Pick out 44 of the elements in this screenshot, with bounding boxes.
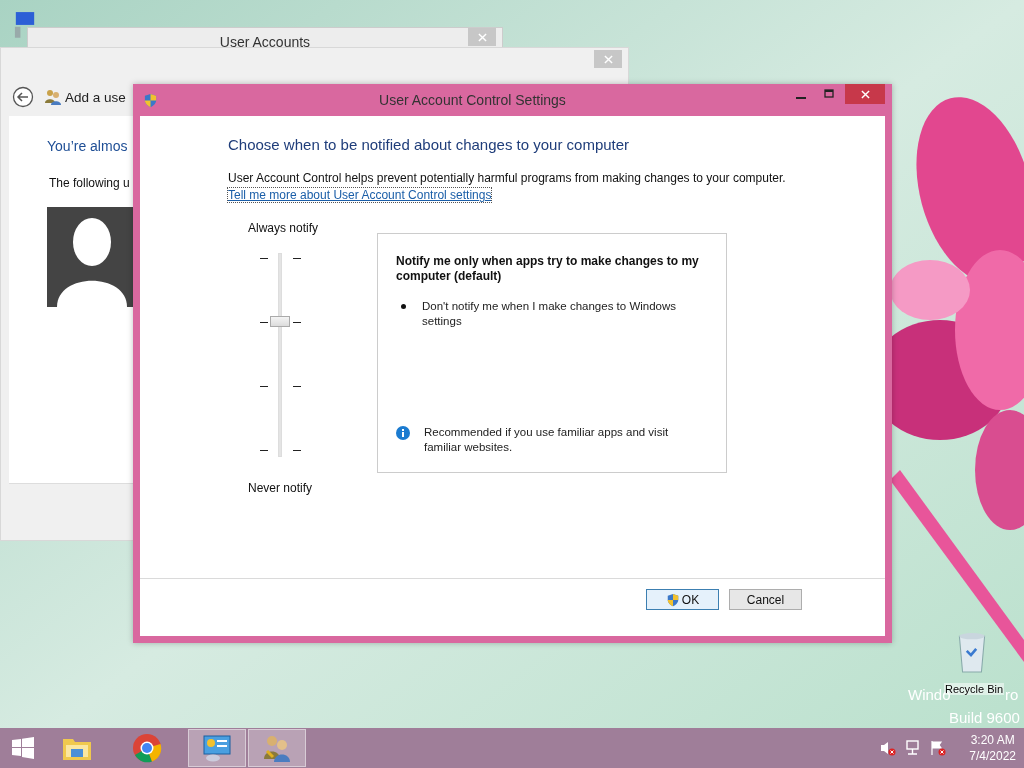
flag-icon[interactable]	[930, 740, 947, 756]
description-text: User Account Control helps prevent potentially harmful programs from making changes to your computer.	[228, 171, 787, 185]
page-heading: You’re almos	[47, 138, 128, 154]
shield-icon	[143, 92, 158, 108]
close-icon	[860, 89, 870, 99]
cancel-button[interactable]: Cancel	[729, 589, 802, 610]
clock-time[interactable]: 3:20 AM	[970, 732, 1015, 748]
slider-thumb[interactable]	[270, 315, 290, 327]
body-text: The following u	[49, 176, 130, 190]
control-panel-icon	[202, 733, 232, 763]
bullet-text: Don't notify me when I make changes to Windows settings	[422, 299, 678, 329]
info-icon	[396, 426, 410, 440]
window-title: User Accounts	[219, 34, 311, 50]
close-icon	[603, 54, 613, 64]
users-icon	[44, 88, 62, 106]
build-text: Build 9600	[949, 709, 1020, 726]
maximize-icon	[824, 89, 834, 99]
network-icon[interactable]	[905, 740, 922, 756]
help-link[interactable]: Tell me more about User Account Control settings	[228, 188, 492, 202]
taskbar-button[interactable]	[188, 729, 246, 767]
close-button[interactable]	[845, 84, 885, 104]
shield-icon	[665, 592, 680, 607]
level-title: Notify me only when apps try to make changes to my computer (default)	[396, 254, 700, 284]
minimize-icon	[796, 96, 806, 99]
close-icon	[477, 32, 487, 42]
windows-icon	[11, 736, 35, 760]
muted-speaker-icon[interactable]	[880, 740, 897, 756]
users-icon	[262, 733, 292, 763]
window-title: User Account Control Settings	[378, 92, 567, 108]
edition-text: ro	[1005, 686, 1019, 703]
taskbar-button[interactable]	[248, 729, 306, 767]
close-button[interactable]	[594, 50, 622, 68]
breadcrumb: Add a use	[65, 89, 126, 105]
close-button[interactable]	[468, 28, 496, 46]
recommendation-text: Recommended if you use familiar apps and visit familiar websites.	[424, 425, 670, 455]
slider-top-label: Always notify	[248, 221, 320, 235]
monitor-icon[interactable]	[14, 10, 36, 38]
slider-bottom-label: Never notify	[248, 481, 314, 495]
clock-date[interactable]: 7/4/2022	[969, 748, 1016, 764]
bullet-icon	[401, 304, 406, 309]
dialog-heading: Choose when to be notified about changes to your computer	[228, 136, 631, 153]
ok-button[interactable]: OK	[646, 589, 719, 610]
browser-icon	[132, 733, 162, 763]
back-icon[interactable]	[12, 86, 34, 108]
